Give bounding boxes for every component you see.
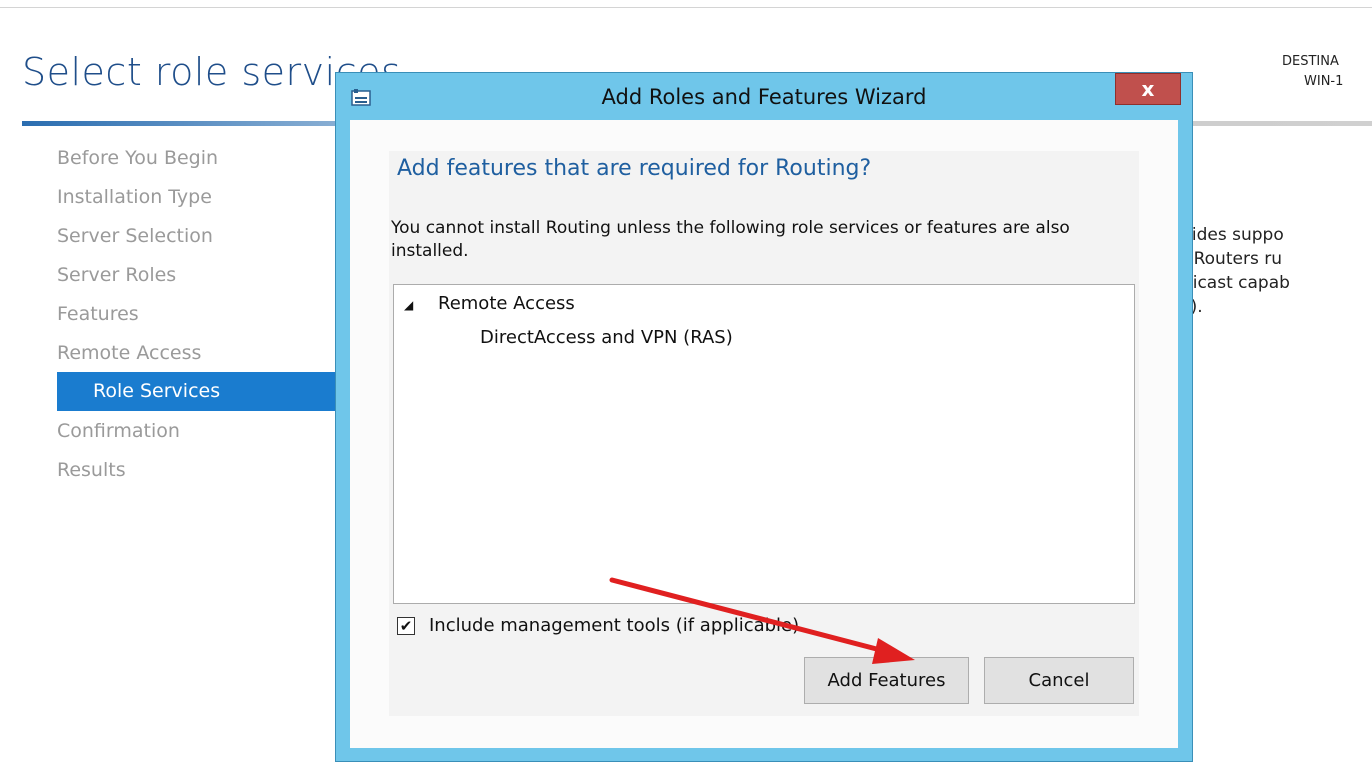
wizard-steps-nav: Before You Begin Installation Type Serve…	[57, 142, 357, 493]
tree-item-directaccess-vpn[interactable]: DirectAccess and VPN (RAS)	[480, 327, 733, 348]
dialog-question-heading: Add features that are required for Routi…	[397, 156, 872, 181]
nav-step-confirmation[interactable]: Confirmation	[57, 415, 357, 454]
tree-item-label: Remote Access	[438, 293, 575, 314]
include-tools-label: Include management tools (if applicable)	[429, 615, 800, 636]
nav-step-server-selection[interactable]: Server Selection	[57, 220, 357, 259]
tree-item-remote-access[interactable]: ◢ Remote Access	[404, 293, 575, 314]
nav-step-before-you-begin[interactable]: Before You Begin	[57, 142, 357, 181]
nav-step-installation-type[interactable]: Installation Type	[57, 181, 357, 220]
dialog-foreground: Add features that are required for Routi…	[349, 72, 1177, 762]
nav-step-remote-access[interactable]: Remote Access	[57, 337, 357, 376]
nav-step-role-services[interactable]: Role Services	[57, 372, 357, 411]
nav-step-server-roles[interactable]: Server Roles	[57, 259, 357, 298]
destination-label: DESTINA	[1282, 54, 1339, 69]
dialog-message: You cannot install Routing unless the fo…	[391, 218, 1070, 261]
destination-server: DESTINA WIN-1	[1282, 52, 1372, 92]
destination-server-name: WIN-1	[1304, 74, 1344, 89]
add-features-button[interactable]: Add Features	[804, 657, 969, 704]
nav-step-features[interactable]: Features	[57, 298, 357, 337]
expand-collapse-icon[interactable]: ◢	[404, 298, 438, 312]
include-tools-checkbox[interactable]: ✔	[397, 617, 415, 635]
cancel-button[interactable]: Cancel	[984, 657, 1134, 704]
required-features-list[interactable]: ◢ Remote Access DirectAccess and VPN (RAS…	[393, 284, 1135, 604]
include-management-tools-option[interactable]: ✔ Include management tools (if applicable…	[397, 615, 799, 636]
top-divider	[0, 7, 1372, 8]
nav-step-results[interactable]: Results	[57, 454, 357, 493]
